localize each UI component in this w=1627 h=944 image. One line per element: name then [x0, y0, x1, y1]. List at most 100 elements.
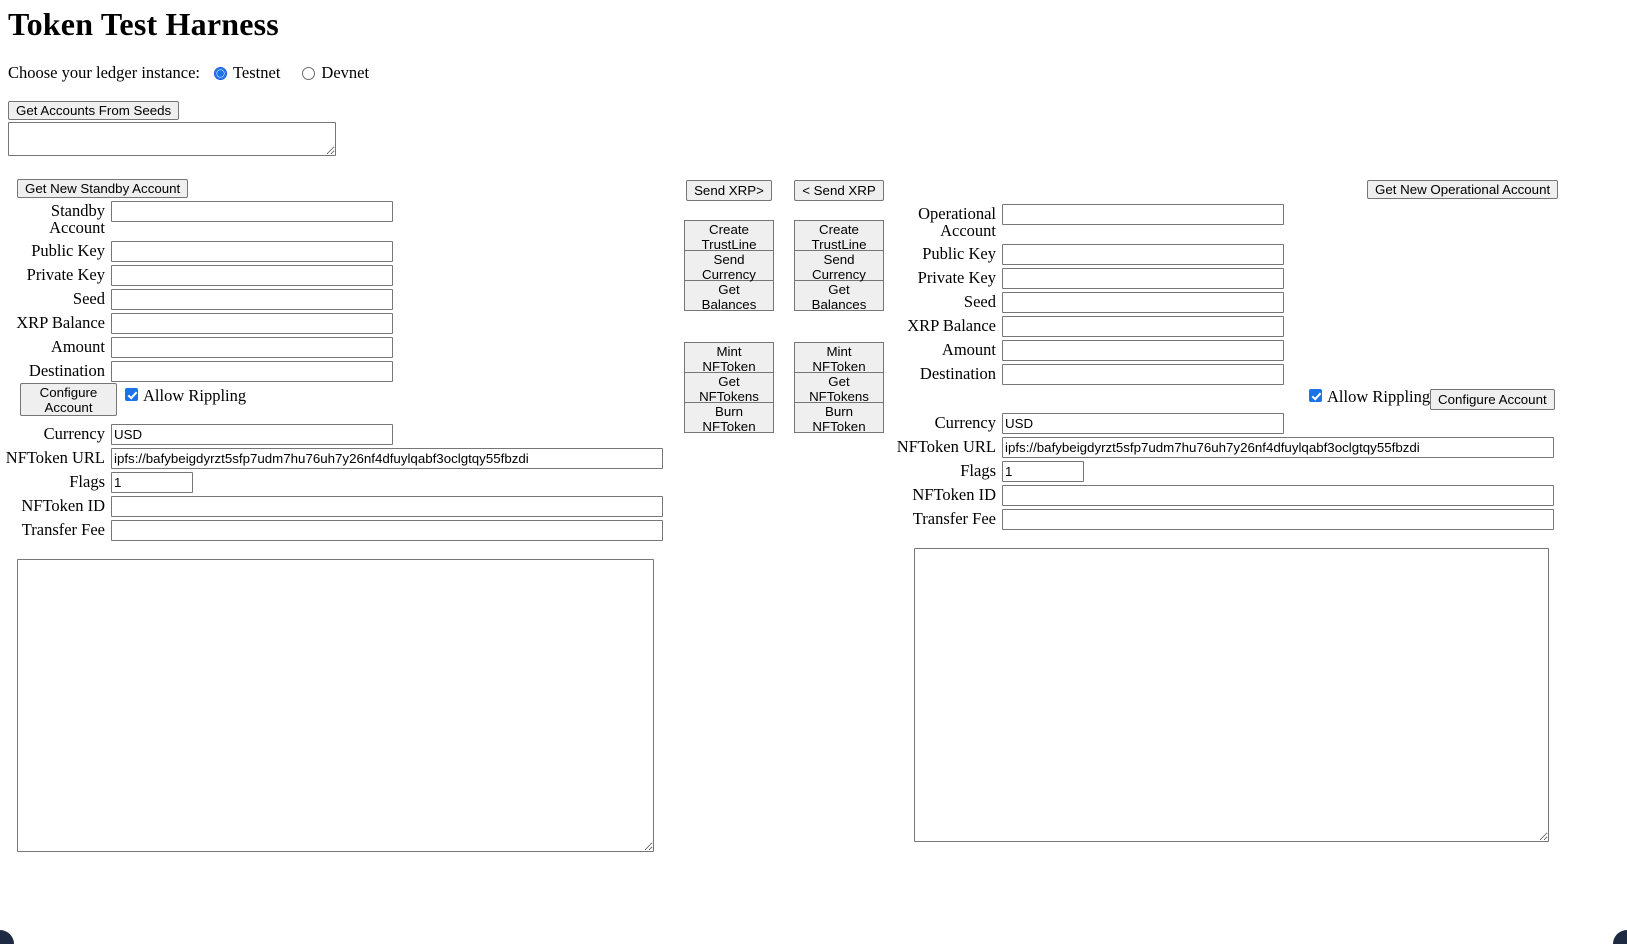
field-row-operational-public-key: Public Key — [896, 244, 1284, 265]
label-standby-nftoken-id: NFToken ID — [21, 496, 105, 515]
input-operational-currency[interactable] — [1002, 413, 1284, 434]
operational-get-balances-button[interactable]: Get Balances — [794, 280, 884, 312]
standby-nft-actions: Mint NFToken Get NFTokens Burn NFToken — [684, 342, 774, 434]
label-operational-destination: Destination — [919, 364, 996, 383]
label-operational-nftoken-id: NFToken ID — [912, 485, 996, 504]
field-row-operational-account: Operational Account — [896, 204, 1284, 239]
operational-burn-nftoken-button[interactable]: Burn NFToken — [794, 402, 884, 434]
radio-testnet-label: Testnet — [233, 63, 281, 82]
field-row-standby-public-key: Public Key — [0, 241, 393, 262]
get-new-operational-account-button[interactable]: Get New Operational Account — [1367, 180, 1559, 199]
input-standby-nftoken-id[interactable] — [111, 496, 663, 517]
label-operational-flags: Flags — [960, 461, 996, 480]
label-standby-public-key: Public Key — [31, 241, 105, 260]
input-operational-transfer-fee[interactable] — [1002, 509, 1554, 530]
field-row-operational-flags: Flags — [896, 461, 1084, 482]
operational-create-trustline-button[interactable]: Create TrustLine — [794, 220, 884, 252]
input-operational-nftoken-url[interactable] — [1002, 437, 1554, 458]
standby-get-nftokens-button[interactable]: Get NFTokens — [684, 372, 774, 404]
field-row-operational-private-key: Private Key — [896, 268, 1284, 289]
standby-get-balances-button[interactable]: Get Balances — [684, 280, 774, 312]
input-operational-seed[interactable] — [1002, 292, 1284, 313]
input-standby-amount[interactable] — [111, 337, 393, 358]
input-operational-flags[interactable] — [1002, 461, 1084, 482]
operational-configure-account-button[interactable]: Configure Account — [1430, 389, 1555, 410]
input-standby-xrp-balance[interactable] — [111, 313, 393, 334]
label-operational-public-key: Public Key — [922, 244, 996, 263]
label-operational-amount: Amount — [941, 340, 996, 359]
label-operational-xrp-balance: XRP Balance — [907, 316, 996, 335]
standby-send-currency-button[interactable]: Send Currency — [684, 250, 774, 282]
label-standby-transfer-fee: Transfer Fee — [21, 520, 105, 539]
standby-burn-nftoken-button[interactable]: Burn NFToken — [684, 402, 774, 434]
input-standby-destination[interactable] — [111, 361, 393, 382]
send-xrp-to-operational-button[interactable]: Send XRP> — [686, 180, 772, 201]
field-row-operational-amount: Amount — [896, 340, 1284, 361]
input-operational-private-key[interactable] — [1002, 268, 1284, 289]
field-row-standby-currency: Currency — [0, 424, 393, 445]
label-standby-account: Standby Account — [49, 201, 105, 237]
input-standby-public-key[interactable] — [111, 241, 393, 262]
ledger-prompt-label: Choose your ledger instance: — [8, 63, 200, 82]
field-row-operational-currency: Currency — [896, 413, 1284, 434]
operational-results-textarea[interactable] — [914, 548, 1549, 842]
get-new-standby-account-button[interactable]: Get New Standby Account — [17, 179, 189, 198]
ledger-instance-chooser: Choose your ledger instance: Testnet Dev… — [8, 63, 383, 83]
get-accounts-from-seeds-button[interactable]: Get Accounts From Seeds — [8, 101, 180, 120]
operational-get-nftokens-button[interactable]: Get NFTokens — [794, 372, 884, 404]
label-operational-transfer-fee: Transfer Fee — [912, 509, 996, 528]
radio-devnet[interactable] — [302, 66, 316, 80]
standby-mint-nftoken-button[interactable]: Mint NFToken — [684, 342, 774, 374]
standby-currency-actions: Create TrustLine Send Currency Get Balan… — [684, 220, 774, 312]
input-standby-nftoken-url[interactable] — [111, 448, 663, 469]
window-frame-corner-right — [1613, 930, 1627, 944]
label-operational-seed: Seed — [963, 292, 996, 311]
operational-nft-actions: Mint NFToken Get NFTokens Burn NFToken — [794, 342, 884, 434]
label-operational-account: Operational Account — [918, 204, 996, 240]
input-operational-nftoken-id[interactable] — [1002, 485, 1554, 506]
input-operational-xrp-balance[interactable] — [1002, 316, 1284, 337]
operational-currency-actions: Create TrustLine Send Currency Get Balan… — [794, 220, 884, 312]
label-standby-currency: Currency — [43, 424, 105, 443]
input-operational-destination[interactable] — [1002, 364, 1284, 385]
input-operational-public-key[interactable] — [1002, 244, 1284, 265]
input-operational-amount[interactable] — [1002, 340, 1284, 361]
field-row-standby-account: Standby Account — [0, 201, 393, 236]
label-standby-nftoken-url: NFToken URL — [5, 448, 105, 467]
field-row-standby-nftoken-url: NFToken URL — [0, 448, 663, 469]
label-standby-amount: Amount — [50, 337, 105, 356]
input-standby-transfer-fee[interactable] — [111, 520, 663, 541]
input-standby-flags[interactable] — [111, 472, 193, 493]
seeds-textarea[interactable] — [8, 122, 336, 156]
field-row-operational-destination: Destination — [896, 364, 1284, 385]
radio-testnet[interactable] — [214, 66, 227, 80]
operational-allow-rippling-checkbox[interactable] — [1309, 389, 1322, 402]
standby-create-trustline-button[interactable]: Create TrustLine — [684, 220, 774, 252]
standby-results-textarea[interactable] — [17, 559, 654, 852]
window-frame-corner-left — [0, 930, 14, 944]
field-row-standby-xrp-balance: XRP Balance — [0, 313, 393, 334]
input-standby-account[interactable] — [111, 201, 393, 222]
send-xrp-to-standby-button[interactable]: < Send XRP — [794, 180, 884, 201]
label-standby-private-key: Private Key — [26, 265, 105, 284]
label-operational-private-key: Private Key — [917, 268, 996, 287]
operational-send-currency-button[interactable]: Send Currency — [794, 250, 884, 282]
label-standby-destination: Destination — [28, 361, 105, 380]
input-standby-seed[interactable] — [111, 289, 393, 310]
standby-configure-account-button[interactable]: Configure Account — [20, 383, 117, 416]
field-row-operational-xrp-balance: XRP Balance — [896, 316, 1284, 337]
radio-devnet-label: Devnet — [321, 63, 370, 82]
input-operational-account[interactable] — [1002, 204, 1284, 225]
standby-allow-rippling-checkbox[interactable] — [125, 388, 138, 401]
operational-mint-nftoken-button[interactable]: Mint NFToken — [794, 342, 884, 374]
field-row-standby-private-key: Private Key — [0, 265, 393, 286]
input-standby-currency[interactable] — [111, 424, 393, 445]
standby-allow-rippling-label: Allow Rippling — [143, 386, 247, 405]
label-operational-currency: Currency — [934, 413, 996, 432]
label-standby-seed: Seed — [72, 289, 105, 308]
field-row-standby-nftoken-id: NFToken ID — [0, 496, 663, 517]
input-standby-private-key[interactable] — [111, 265, 393, 286]
label-standby-xrp-balance: XRP Balance — [16, 313, 105, 332]
field-row-standby-seed: Seed — [0, 289, 393, 310]
field-row-operational-nftoken-id: NFToken ID — [896, 485, 1554, 506]
